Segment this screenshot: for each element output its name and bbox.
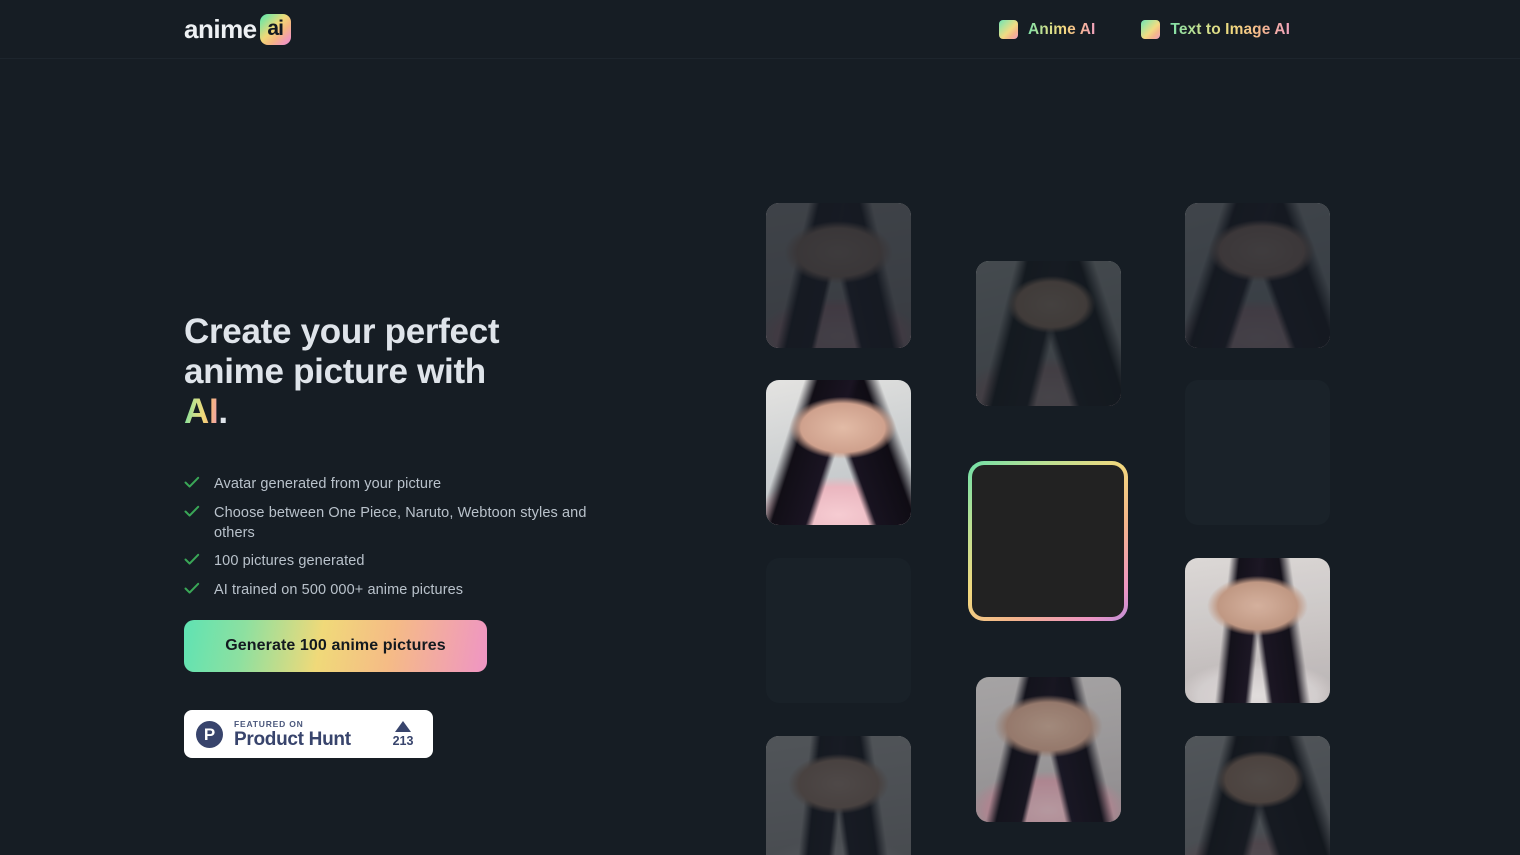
check-icon — [184, 505, 200, 518]
card-dim-overlay — [766, 558, 911, 703]
hero-section: Create your perfect anime picture with A… — [184, 312, 784, 432]
gradient-square-icon — [1141, 20, 1161, 39]
upvote-count: 213 — [392, 733, 414, 748]
feature-item: 100 pictures generated — [184, 551, 604, 571]
logo-ai-badge-text: ai — [267, 17, 283, 40]
card-dim-overlay — [1185, 736, 1330, 855]
feature-item: AI trained on 500 000+ anime pictures — [184, 580, 604, 600]
feature-item: Choose between One Piece, Naruto, Webtoo… — [184, 503, 604, 543]
card-dim-overlay — [1185, 203, 1330, 348]
card-left-3[interactable] — [766, 558, 911, 703]
logo-ai-badge: ai — [259, 14, 291, 45]
card-dim-overlay — [1185, 558, 1330, 703]
card-left-4[interactable] — [766, 736, 911, 855]
generate-pictures-button[interactable]: Generate 100 anime pictures — [184, 620, 487, 672]
card-center-3[interactable] — [976, 677, 1121, 822]
feature-list: Avatar generated from your picture Choos… — [184, 474, 604, 609]
headline-dot: . — [218, 392, 228, 431]
nav-item-text-to-image-ai-label: Text to Image AI — [1170, 20, 1290, 38]
card-right-1[interactable] — [1185, 203, 1330, 348]
headline-accent: AI — [184, 392, 219, 431]
card-center-1[interactable] — [976, 261, 1121, 406]
check-icon — [184, 582, 200, 595]
product-hunt-name: Product Hunt — [234, 728, 351, 750]
feature-item-label: AI trained on 500 000+ anime pictures — [214, 582, 464, 598]
logo[interactable]: anime ai — [184, 14, 291, 45]
card-right-2[interactable] — [1185, 380, 1330, 525]
card-left-2[interactable] — [766, 380, 911, 525]
card-right-3[interactable] — [1185, 558, 1330, 703]
card-dim-overlay — [976, 677, 1121, 822]
upvote-triangle-icon — [395, 720, 411, 732]
logo-wordmark: anime — [184, 14, 257, 44]
nav-item-anime-ai[interactable]: Anime AI — [999, 20, 1095, 39]
feature-item-label: Avatar generated from your picture — [214, 476, 442, 492]
headline-line-2: anime picture with — [184, 352, 486, 391]
product-hunt-text: FEATURED ON Product Hunt — [234, 719, 379, 750]
product-hunt-upvote[interactable]: 213 — [379, 720, 433, 748]
headline-line-1: Create your perfect — [184, 312, 500, 351]
card-dim-overlay — [976, 261, 1121, 406]
gradient-square-icon — [999, 20, 1018, 39]
feature-item-label: 100 pictures generated — [214, 553, 365, 569]
site-header: anime ai Anime AI Text to Image AI — [0, 0, 1520, 59]
nav-item-text-to-image-ai[interactable]: Text to Image AI — [1141, 20, 1290, 39]
feature-item-label: Choose between One Piece, Naruto, Webtoo… — [214, 505, 587, 541]
card-right-4[interactable] — [1185, 736, 1330, 855]
card-dim-overlay — [766, 736, 911, 855]
nav-item-anime-ai-label: Anime AI — [1028, 20, 1096, 38]
product-hunt-featured-label: FEATURED ON — [234, 718, 304, 729]
main-nav: Anime AI Text to Image AI — [999, 0, 1290, 59]
page-title: Create your perfect anime picture with A… — [184, 312, 604, 432]
check-icon — [184, 553, 200, 566]
landing-page: anime ai Anime AI Text to Image AI Creat… — [0, 0, 1520, 855]
gallery-card-image — [972, 465, 1124, 617]
card-dim-overlay — [766, 203, 911, 348]
product-hunt-badge[interactable]: P FEATURED ON Product Hunt 213 — [184, 710, 433, 758]
card-left-1[interactable] — [766, 203, 911, 348]
feature-item: Avatar generated from your picture — [184, 474, 604, 494]
product-hunt-logo-icon: P — [196, 720, 223, 748]
card-center-highlighted[interactable] — [968, 461, 1128, 621]
check-icon — [184, 476, 200, 489]
